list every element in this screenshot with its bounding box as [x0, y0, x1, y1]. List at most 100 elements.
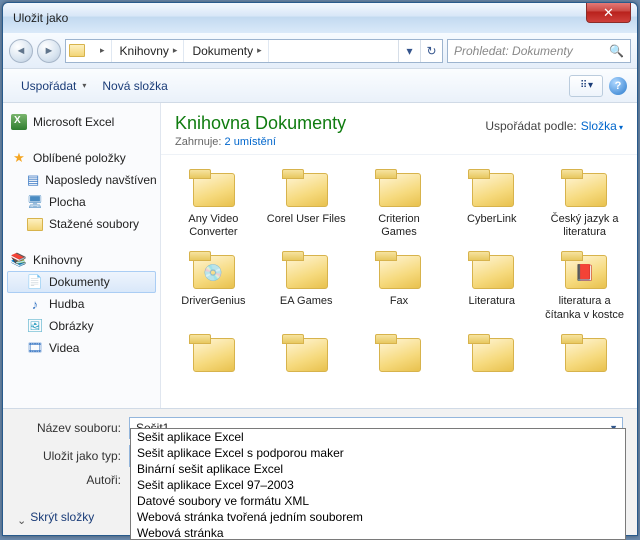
- filetype-option[interactable]: Datové soubory ve formátu XML: [131, 493, 625, 509]
- breadcrumb-libraries[interactable]: Knihovny▸: [112, 40, 185, 62]
- folder-label: Literatura: [469, 295, 515, 308]
- pictures-icon: 🖼: [27, 318, 43, 334]
- folder-label: Criterion Games: [359, 213, 439, 239]
- close-button[interactable]: ✕: [586, 3, 631, 23]
- sidebar-item-pictures[interactable]: 🖼Obrázky: [7, 315, 156, 337]
- folder-icon: [375, 169, 423, 209]
- save-as-dialog: Uložit jako ✕ ◄ ► ▸ Knihovny▸ Dokumenty▸…: [2, 2, 638, 536]
- file-grid[interactable]: Any Video Converter Corel User Files Crite…: [161, 155, 637, 408]
- folder-item[interactable]: [260, 330, 353, 382]
- library-icon: 📚: [11, 252, 27, 268]
- folder-icon: [375, 334, 423, 374]
- content-pane: Knihovna Dokumenty Zahrnuje: 2 umístění …: [161, 103, 637, 408]
- folder-item[interactable]: Criterion Games: [353, 165, 446, 243]
- sidebar-item-downloads[interactable]: Stažené soubory: [7, 213, 156, 235]
- folder-item[interactable]: 📕 literatura a čítanka v kostce: [538, 247, 631, 325]
- folder-icon: [189, 169, 237, 209]
- folder-icon: [375, 251, 423, 291]
- help-button[interactable]: ?: [609, 77, 627, 95]
- sidebar-favorites[interactable]: ★Oblíbené položky: [7, 147, 156, 169]
- arrange-by-dropdown[interactable]: Složka: [581, 119, 623, 133]
- folder-icon: [468, 169, 516, 209]
- sidebar-item-music[interactable]: ♪Hudba: [7, 293, 156, 315]
- sidebar-item-documents[interactable]: 📄Dokumenty: [7, 271, 156, 293]
- back-button[interactable]: ◄: [9, 39, 33, 63]
- address-dropdown-button[interactable]: ▾: [398, 40, 420, 62]
- breadcrumb-documents[interactable]: Dokumenty▸: [184, 40, 268, 62]
- folder-item[interactable]: CyberLink: [445, 165, 538, 243]
- folder-item[interactable]: [445, 330, 538, 382]
- folder-item[interactable]: Fax: [353, 247, 446, 325]
- folder-icon: 📕: [561, 251, 609, 291]
- folder-item[interactable]: 💿 DriverGenius: [167, 247, 260, 325]
- folder-icon: 💿: [189, 251, 237, 291]
- search-icon: 🔍: [609, 44, 624, 58]
- locations-link[interactable]: 2 umístění: [225, 136, 276, 148]
- folder-item[interactable]: [353, 330, 446, 382]
- view-options-button[interactable]: ⠿ ▾: [569, 75, 603, 97]
- search-placeholder: Prohledat: Dokumenty: [454, 44, 573, 58]
- filetype-option[interactable]: Binární sešit aplikace Excel: [131, 461, 625, 477]
- hide-folders-button[interactable]: Skrýt složky: [17, 510, 94, 524]
- recent-icon: ▤: [27, 172, 39, 188]
- folder-icon: [468, 334, 516, 374]
- music-icon: ♪: [27, 296, 43, 312]
- search-input[interactable]: Prohledat: Dokumenty 🔍: [447, 39, 631, 63]
- arrange-by: Uspořádat podle: Složka: [485, 119, 623, 133]
- refresh-button[interactable]: ↻: [420, 40, 442, 62]
- filetype-option[interactable]: Webová stránka tvořená jedním souborem: [131, 509, 625, 525]
- filetype-label: Uložit jako typ:: [17, 449, 129, 463]
- sidebar-item-videos[interactable]: 🎞Videa: [7, 337, 156, 359]
- folder-icon: [561, 334, 609, 374]
- folder-item[interactable]: [538, 330, 631, 382]
- toolbar: Uspořádat Nová složka ⠿ ▾ ?: [3, 69, 637, 103]
- folder-label: literatura a čítanka v kostce: [545, 295, 625, 321]
- sidebar-item-recent[interactable]: ▤Naposledy navštívené: [7, 169, 156, 191]
- library-title: Knihovna Dokumenty: [175, 113, 485, 134]
- desktop-icon: 🖥: [27, 194, 43, 210]
- folder-item[interactable]: Český jazyk a literatura: [538, 165, 631, 243]
- downloads-icon: [27, 216, 43, 232]
- filetype-option[interactable]: Sešit aplikace Excel 97–2003: [131, 477, 625, 493]
- folder-label: Český jazyk a literatura: [545, 213, 625, 239]
- folder-label: CyberLink: [467, 213, 517, 226]
- folder-label: Corel User Files: [267, 213, 346, 226]
- excel-icon: [11, 114, 27, 130]
- forward-button[interactable]: ►: [37, 39, 61, 63]
- window-title: Uložit jako: [13, 11, 68, 25]
- folder-label: DriverGenius: [181, 295, 245, 308]
- folder-item[interactable]: Literatura: [445, 247, 538, 325]
- breadcrumb-root[interactable]: ▸: [88, 40, 112, 62]
- folder-icon: [561, 169, 609, 209]
- filename-label: Název souboru:: [17, 421, 129, 435]
- address-bar[interactable]: ▸ Knihovny▸ Dokumenty▸ ▾ ↻: [65, 39, 443, 63]
- sidebar-excel[interactable]: Microsoft Excel: [7, 111, 156, 133]
- folder-label: Any Video Converter: [173, 213, 253, 239]
- authors-label: Autoři:: [17, 473, 129, 487]
- filetype-options-list[interactable]: Sešit aplikace ExcelSešit aplikace Excel…: [130, 428, 626, 540]
- location-icon: [66, 44, 88, 57]
- organize-button[interactable]: Uspořádat: [13, 75, 94, 97]
- sidebar-libraries[interactable]: 📚Knihovny: [7, 249, 156, 271]
- folder-icon: [282, 251, 330, 291]
- folder-item[interactable]: [167, 330, 260, 382]
- folder-label: Fax: [390, 295, 408, 308]
- folder-icon: [282, 334, 330, 374]
- folder-item[interactable]: Any Video Converter: [167, 165, 260, 243]
- grid-icon: ⠿ ▾: [580, 80, 592, 91]
- documents-icon: 📄: [27, 274, 43, 290]
- sidebar-item-desktop[interactable]: 🖥Plocha: [7, 191, 156, 213]
- library-header: Knihovna Dokumenty Zahrnuje: 2 umístění …: [161, 103, 637, 155]
- folder-item[interactable]: EA Games: [260, 247, 353, 325]
- filetype-option[interactable]: Sešit aplikace Excel s podporou maker: [131, 445, 625, 461]
- star-icon: ★: [11, 150, 27, 166]
- folder-label: EA Games: [280, 295, 333, 308]
- filetype-option[interactable]: Sešit aplikace Excel: [131, 429, 625, 445]
- folder-item[interactable]: Corel User Files: [260, 165, 353, 243]
- videos-icon: 🎞: [27, 340, 43, 356]
- titlebar: Uložit jako ✕: [3, 3, 637, 33]
- close-icon: ✕: [603, 5, 614, 21]
- new-folder-button[interactable]: Nová složka: [94, 75, 175, 97]
- dialog-body: Microsoft Excel ★Oblíbené položky ▤Napos…: [3, 103, 637, 409]
- folder-icon: [468, 251, 516, 291]
